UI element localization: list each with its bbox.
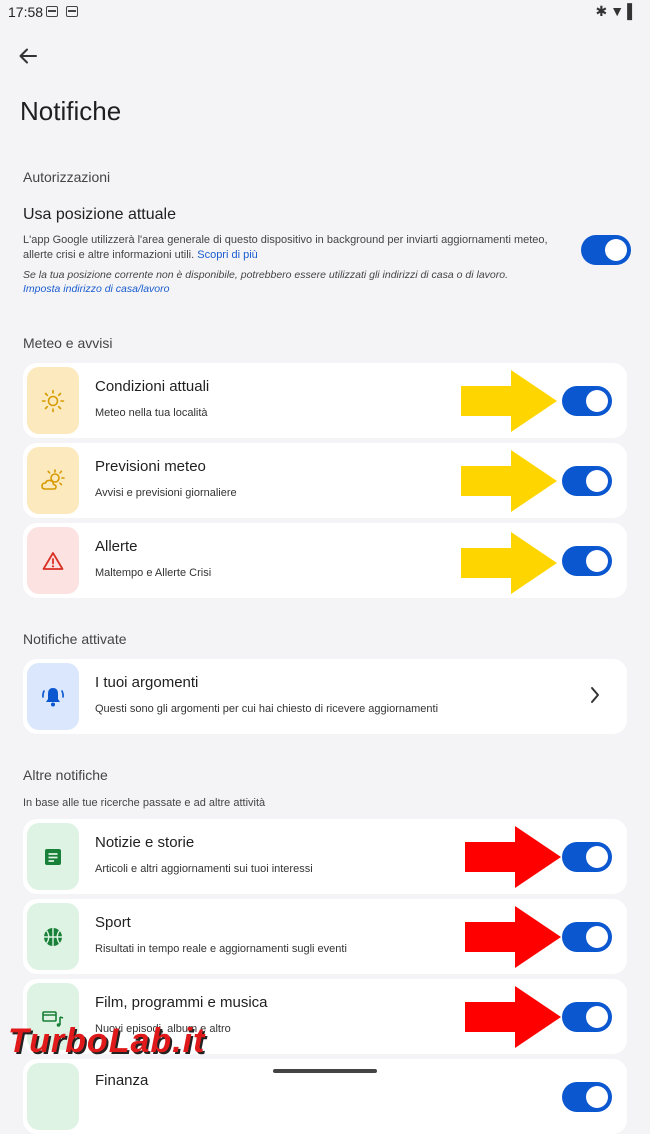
section-heading-weather: Meteo e avvisi xyxy=(23,335,113,351)
card-subtitle: Risultati in tempo reale e aggiornamenti… xyxy=(95,943,347,955)
card-title: Sport xyxy=(95,914,131,931)
weather-current-toggle[interactable] xyxy=(562,386,612,416)
location-note-text: Se la tua posizione corrente non è dispo… xyxy=(23,269,509,281)
back-arrow-icon xyxy=(19,48,37,64)
partly-cloudy-icon xyxy=(41,468,65,490)
location-title: Usa posizione attuale xyxy=(23,206,176,223)
red-arrow-annotation xyxy=(465,906,561,968)
app-notification-icon xyxy=(66,6,78,17)
back-button[interactable] xyxy=(14,42,42,70)
status-bar: 17:58 ✱▼▌ xyxy=(0,0,650,26)
yellow-arrow-annotation xyxy=(461,450,557,512)
tile xyxy=(27,367,79,434)
yellow-arrow-annotation xyxy=(461,370,557,432)
basketball-icon xyxy=(44,927,62,946)
weather-alerts-toggle[interactable] xyxy=(562,546,612,576)
location-note: Se la tua posizione corrente non è dispo… xyxy=(23,268,563,296)
tile xyxy=(27,663,79,730)
topics-card[interactable]: I tuoi argomenti Questi sono gli argomen… xyxy=(23,659,627,734)
tile xyxy=(27,903,79,970)
yellow-arrow-annotation xyxy=(461,532,557,594)
weather-forecast-toggle[interactable] xyxy=(562,466,612,496)
location-description: L'app Google utilizzerà l'area generale … xyxy=(23,233,553,263)
page-title: Notifiche xyxy=(20,96,122,126)
sport-toggle[interactable] xyxy=(562,922,612,952)
gesture-nav-bar[interactable] xyxy=(273,1069,377,1073)
location-toggle[interactable] xyxy=(581,235,631,265)
news-toggle[interactable] xyxy=(562,842,612,872)
watermark-logo: TurboLab.it xyxy=(8,1022,206,1060)
article-icon xyxy=(45,848,61,865)
card-subtitle: Avvisi e previsioni giornaliere xyxy=(95,487,237,499)
card-title: Allerte xyxy=(95,538,138,555)
section-caption-other: In base alle tue ricerche passate e ad a… xyxy=(23,797,266,809)
set-home-work-link[interactable]: Imposta indirizzo di casa/lavoro xyxy=(23,282,563,296)
tile xyxy=(27,527,79,594)
bluetooth-icon: ✱ xyxy=(595,3,611,19)
section-heading-other: Altre notifiche xyxy=(23,767,108,783)
tile xyxy=(27,823,79,890)
wifi-icon: ▼ xyxy=(610,3,628,19)
card-subtitle: Meteo nella tua località xyxy=(95,407,208,419)
app-notification-icon xyxy=(46,6,58,17)
status-time: 17:58 xyxy=(8,4,44,20)
section-heading-active: Notifiche attivate xyxy=(23,631,127,647)
learn-more-link[interactable]: Scopri di più xyxy=(197,249,258,261)
system-status-icons: ✱▼▌ xyxy=(595,3,640,20)
section-heading-permissions: Autorizzazioni xyxy=(23,169,111,185)
card-subtitle: Questi sono gli argomenti per cui hai ch… xyxy=(95,703,439,715)
bell-icon xyxy=(42,687,64,706)
warning-icon xyxy=(42,551,64,570)
media-toggle[interactable] xyxy=(562,1002,612,1032)
finance-toggle[interactable] xyxy=(562,1082,612,1112)
finance-icon xyxy=(27,1063,79,1130)
red-arrow-annotation xyxy=(465,986,561,1048)
battery-icon: ▌ xyxy=(627,3,640,19)
tile xyxy=(27,447,79,514)
location-description-text: L'app Google utilizzerà l'area generale … xyxy=(23,234,548,261)
card-title: I tuoi argomenti xyxy=(95,674,199,691)
card-title: Condizioni attuali xyxy=(95,378,210,395)
red-arrow-annotation xyxy=(465,826,561,888)
card-subtitle: Maltempo e Allerte Crisi xyxy=(95,567,212,579)
card-title: Notizie e storie xyxy=(95,834,195,851)
card-title: Film, programmi e musica xyxy=(95,994,268,1011)
card-title: Finanza xyxy=(95,1072,149,1089)
card-title: Previsioni meteo xyxy=(95,458,206,475)
card-subtitle: Articoli e altri aggiornamenti sui tuoi … xyxy=(95,863,313,875)
chevron-right-icon xyxy=(589,684,601,711)
sun-icon xyxy=(41,389,65,412)
